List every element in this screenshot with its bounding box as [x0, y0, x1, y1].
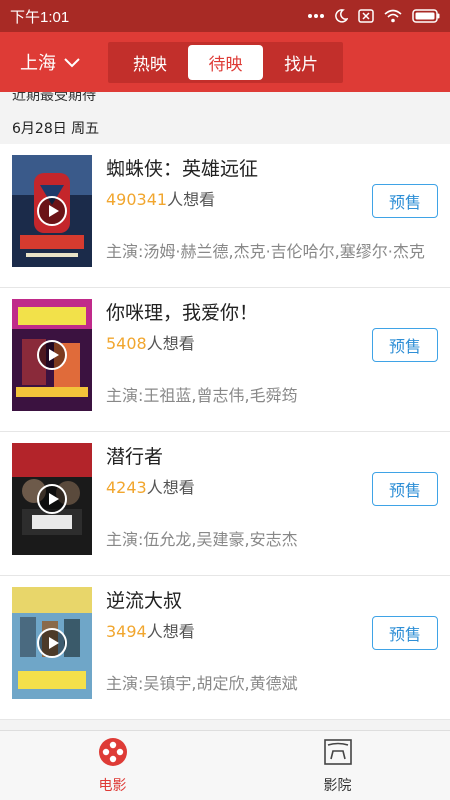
- nav-movies[interactable]: 电影: [0, 731, 225, 800]
- movie-title: 潜行者: [106, 446, 164, 468]
- tab-now-showing[interactable]: 热映: [112, 45, 188, 80]
- cinema-screen-icon: [323, 737, 353, 771]
- city-selector[interactable]: 上海: [20, 32, 80, 92]
- nav-cinemas-label: 影院: [323, 778, 352, 794]
- status-time: 下午1:01: [10, 8, 70, 26]
- play-icon[interactable]: [37, 196, 67, 226]
- play-icon[interactable]: [37, 484, 67, 514]
- movie-cast: 主演:王祖蓝,曾志伟,毛舜筠: [106, 386, 298, 405]
- more-dots-icon: [308, 13, 324, 19]
- status-bar: 下午1:01: [0, 0, 450, 32]
- play-icon[interactable]: [37, 340, 67, 370]
- presale-button[interactable]: 预售: [372, 616, 438, 650]
- nav-movies-label: 电影: [98, 778, 127, 794]
- movie-item[interactable]: 你咪理，我爱你！ 5408人想看 主演:王祖蓝,曾志伟,毛舜筠 预售: [0, 288, 450, 432]
- movie-cast: 主演:吴镇宇,胡定欣,黄德斌: [106, 674, 298, 693]
- movie-list: 蜘蛛侠：英雄远征 490341人想看 主演:汤姆·赫兰德,杰克·吉伦哈尔,塞缪尔…: [0, 144, 450, 720]
- presale-button[interactable]: 预售: [372, 328, 438, 362]
- tab-coming-soon[interactable]: 待映: [187, 45, 264, 80]
- moon-icon: [334, 9, 348, 23]
- wifi-icon: [384, 9, 402, 23]
- movie-title: 逆流大叔: [106, 590, 183, 612]
- want-count: 490341: [106, 190, 168, 209]
- battery-icon: [412, 9, 440, 23]
- movie-cast: 主演:伍允龙,吴建豪,安志杰: [106, 530, 298, 549]
- nav-cinemas[interactable]: 影院: [225, 731, 450, 800]
- movie-poster[interactable]: [12, 155, 92, 267]
- section-title: 近期最受期待: [12, 92, 96, 104]
- want-count: 5408: [106, 334, 147, 353]
- want-suffix: 人想看: [146, 478, 195, 497]
- presale-button[interactable]: 预售: [372, 184, 438, 218]
- city-name: 上海: [20, 53, 56, 74]
- chevron-down-icon: [64, 52, 80, 73]
- want-count: 4243: [106, 478, 147, 497]
- movie-title: 你咪理，我爱你！: [106, 302, 259, 324]
- bottom-navigation: 电影 影院: [0, 730, 450, 800]
- tab-find-movie[interactable]: 找片: [263, 45, 339, 80]
- want-count: 3494: [106, 622, 147, 641]
- want-suffix: 人想看: [146, 622, 195, 641]
- want-suffix: 人想看: [167, 190, 216, 209]
- movie-list-area[interactable]: 近期最受期待 6月28日 周五 蜘蛛侠：英雄远征 490341人想看 主演:汤姆…: [0, 92, 450, 730]
- movie-poster[interactable]: [12, 587, 92, 699]
- want-to-watch: 5408人想看: [106, 330, 195, 354]
- presale-button[interactable]: 预售: [372, 472, 438, 506]
- want-to-watch: 3494人想看: [106, 618, 195, 642]
- date-header: 6月28日 周五: [12, 121, 100, 137]
- status-icons: [308, 9, 440, 23]
- film-reel-icon: [98, 737, 128, 771]
- movie-item[interactable]: 潜行者 4243人想看 主演:伍允龙,吴建豪,安志杰 预售: [0, 432, 450, 576]
- play-icon[interactable]: [37, 628, 67, 658]
- header-bar: 上海 热映 待映 找片: [0, 32, 450, 92]
- no-sim-icon: [358, 9, 374, 23]
- want-to-watch: 490341人想看: [106, 186, 215, 210]
- movie-title: 蜘蛛侠：英雄远征: [106, 158, 259, 180]
- movie-poster[interactable]: [12, 299, 92, 411]
- movie-item[interactable]: 蜘蛛侠：英雄远征 490341人想看 主演:汤姆·赫兰德,杰克·吉伦哈尔,塞缪尔…: [0, 144, 450, 288]
- movie-poster[interactable]: [12, 443, 92, 555]
- want-suffix: 人想看: [146, 334, 195, 353]
- want-to-watch: 4243人想看: [106, 474, 195, 498]
- movie-tab-switcher: 热映 待映 找片: [108, 42, 343, 83]
- movie-item[interactable]: 逆流大叔 3494人想看 主演:吴镇宇,胡定欣,黄德斌 预售: [0, 576, 450, 720]
- movie-cast: 主演:汤姆·赫兰德,杰克·吉伦哈尔,塞缪尔·杰克: [106, 242, 425, 261]
